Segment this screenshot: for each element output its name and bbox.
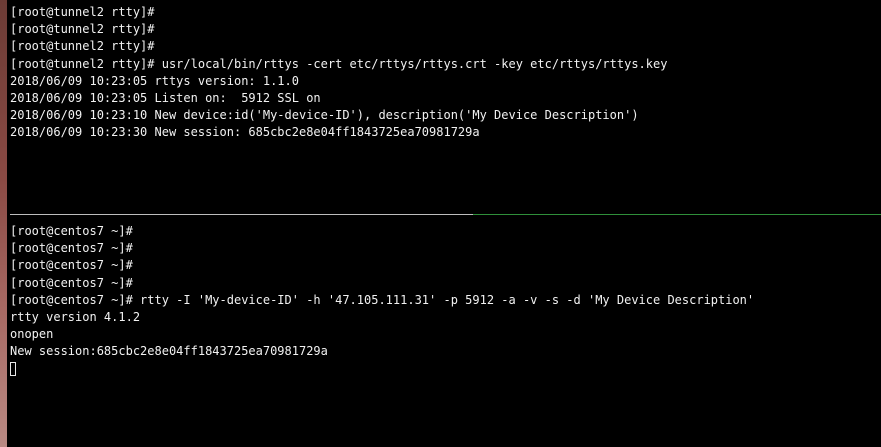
terminal-line: [root@tunnel2 rtty]#: [10, 5, 155, 19]
terminal-line: rtty version 4.1.2: [10, 309, 141, 324]
terminal-line: [root@centos7 ~]#: [10, 224, 133, 238]
terminal-window: [root@tunnel2 rtty]# [root@tunnel2 rtty]…: [0, 0, 881, 447]
terminal-output-bottom: [root@centos7 ~]# [root@centos7 ~]# [roo…: [10, 217, 881, 378]
terminal-line: [root@centos7 ~]#: [10, 258, 133, 273]
terminal-pane-top[interactable]: [root@tunnel2 rtty]# [root@tunnel2 rtty]…: [10, 0, 881, 214]
terminal-line: [root@tunnel2 rtty]#: [10, 39, 155, 54]
terminal-pane-bottom[interactable]: [root@centos7 ~]# [root@centos7 ~]# [roo…: [10, 217, 881, 447]
divider-active-segment: [473, 214, 881, 215]
divider-inactive-segment: [10, 214, 473, 215]
desktop-background-edge: [0, 0, 7, 447]
terminal-line: [root@tunnel2 rtty]# usr/local/bin/rttys…: [10, 56, 668, 71]
terminal-line: 2018/06/09 10:23:30 New session: 685cbc2…: [10, 125, 480, 140]
terminal-line: [root@tunnel2 rtty]#: [10, 22, 155, 37]
terminal-prompt-line[interactable]: [10, 361, 881, 378]
terminal-line: New session:685cbc2e8e04ff1843725ea70981…: [10, 344, 328, 359]
terminal-line: 2018/06/09 10:23:10 New device:id('My-de…: [10, 108, 639, 123]
terminal-output-top: [root@tunnel2 rtty]# [root@tunnel2 rtty]…: [10, 0, 881, 142]
terminal-line: [root@centos7 ~]#: [10, 241, 133, 256]
terminal-line: 2018/06/09 10:23:05 Listen on: 5912 SSL …: [10, 90, 321, 105]
terminal-line: [root@centos7 ~]#: [10, 275, 133, 290]
pane-split-divider[interactable]: [10, 214, 881, 215]
terminal-line: [root@centos7 ~]# rtty -I 'My-device-ID'…: [10, 292, 755, 307]
text-cursor: [10, 361, 16, 376]
terminal-line: 2018/06/09 10:23:05 rttys version: 1.1.0: [10, 73, 299, 88]
terminal-line: onopen: [10, 327, 54, 342]
